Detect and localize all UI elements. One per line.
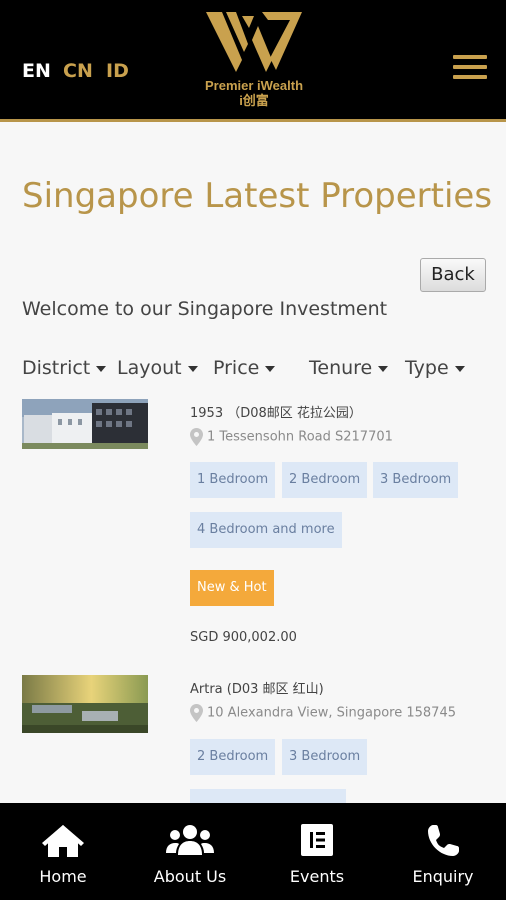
filter-label: Type: [405, 357, 449, 379]
filter-layout-dropdown[interactable]: Layout: [117, 357, 198, 379]
caret-down-icon: [378, 365, 389, 372]
phone-icon: [380, 823, 506, 861]
page-title: Singapore Latest Properties: [22, 176, 493, 216]
lang-id-link[interactable]: ID: [106, 60, 129, 82]
logo[interactable]: Premier iWealth i创富: [192, 10, 316, 116]
nav-events[interactable]: Events: [254, 803, 380, 900]
layout-tag[interactable]: 2 Bedroom: [190, 739, 276, 775]
nav-home[interactable]: Home: [0, 803, 126, 900]
property-address: 1 Tessensohn Road S217701: [190, 428, 393, 446]
nav-label: Enquiry: [412, 867, 474, 886]
logo-mark-icon: [206, 12, 302, 72]
layout-tag[interactable]: 3 Bedroom: [373, 462, 459, 498]
nav-label: Home: [39, 867, 87, 886]
layout-tag[interactable]: 2 Bedroom: [282, 462, 368, 498]
filter-tenure-dropdown[interactable]: Tenure: [309, 357, 389, 379]
property-thumbnail[interactable]: [22, 675, 148, 733]
location-pin-icon: [190, 428, 203, 446]
layout-tag[interactable]: 4 Bedroom and more: [190, 512, 342, 548]
new-hot-badge: New & Hot: [190, 570, 274, 606]
bottom-nav: Home About Us Events Enquiry: [0, 803, 506, 900]
filter-type-dropdown[interactable]: Type: [405, 357, 465, 379]
hamburger-menu-icon[interactable]: [453, 55, 487, 79]
filter-bar: District Layout Price Tenure Type: [22, 357, 492, 385]
nav-enquiry[interactable]: Enquiry: [380, 803, 506, 900]
layout-tag[interactable]: 3 Bedroom: [282, 739, 368, 775]
caret-down-icon: [187, 365, 198, 372]
address-text: 1 Tessensohn Road S217701: [207, 429, 393, 445]
nav-about-us[interactable]: About Us: [127, 803, 253, 900]
filter-label: Price: [213, 357, 260, 379]
property-price: SGD 900,002.00: [190, 630, 297, 645]
back-button[interactable]: Back: [420, 258, 486, 292]
filter-label: District: [22, 357, 91, 379]
users-icon: [127, 823, 253, 861]
logo-text: Premier iWealth: [204, 78, 304, 93]
filter-price-dropdown[interactable]: Price: [213, 357, 276, 379]
page: EN CN ID Premier iWealth i创富 Singapore L…: [0, 0, 506, 900]
property-address: 10 Alexandra View, Singapore 158745: [190, 704, 456, 722]
layout-tag[interactable]: 1 Bedroom: [190, 462, 276, 498]
welcome-text: Welcome to our Singapore Investment: [22, 298, 388, 320]
header: EN CN ID Premier iWealth i创富: [0, 0, 506, 122]
filter-label: Layout: [117, 357, 182, 379]
logo-subtext: i创富: [239, 93, 269, 108]
caret-down-icon: [454, 365, 465, 372]
property-thumbnail[interactable]: [22, 399, 148, 449]
caret-down-icon: [265, 365, 276, 372]
address-text: 10 Alexandra View, Singapore 158745: [207, 705, 456, 721]
filter-district-dropdown[interactable]: District: [22, 357, 107, 379]
home-icon: [0, 823, 126, 861]
caret-down-icon: [96, 365, 107, 372]
filter-label: Tenure: [309, 357, 373, 379]
nav-label: Events: [289, 867, 345, 886]
lang-en-link[interactable]: EN: [22, 60, 51, 82]
property-name[interactable]: 1953 （D08邮区 花拉公园）: [190, 402, 362, 421]
property-name[interactable]: Artra (D03 邮区 红山): [190, 678, 324, 697]
lang-cn-link[interactable]: CN: [63, 60, 93, 82]
nav-label: About Us: [153, 867, 227, 886]
events-icon: [254, 823, 380, 861]
location-pin-icon: [190, 704, 203, 722]
